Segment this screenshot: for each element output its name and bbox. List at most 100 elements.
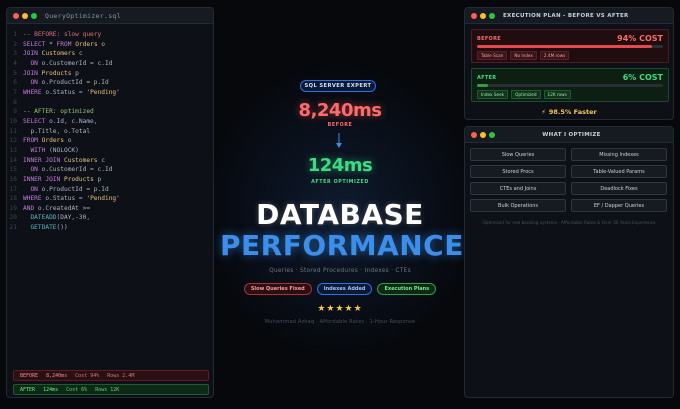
plan-after-bar <box>477 84 663 87</box>
code-line: 14 INNER JOIN Customers c <box>7 156 213 166</box>
plan-titlebar: EXECUTION PLAN - BEFORE VS AFTER <box>465 8 673 24</box>
line-number: 16 <box>9 175 17 183</box>
code-token: -- BEFORE: slow query <box>23 31 102 38</box>
code-line: 4 ON o.CustomerId = c.Id <box>7 59 213 69</box>
optimize-note: Optimized for real banking systems · Aff… <box>482 220 656 225</box>
optimize-window: WHAT I OPTIMIZE Slow Queries Missing Ind… <box>464 126 674 398</box>
minimize-dot-icon[interactable] <box>22 12 28 19</box>
line-number: 13 <box>9 146 17 154</box>
line-number: 7 <box>13 88 17 96</box>
code-token: ON <box>30 185 38 193</box>
plan-before-tag: No Index <box>510 51 537 60</box>
optimize-title: WHAT I OPTIMIZE <box>542 131 601 138</box>
line-number: 10 <box>9 117 17 125</box>
line-number: 18 <box>9 195 17 203</box>
minimize-dot-icon[interactable] <box>480 12 486 19</box>
code-token: -- AFTER: optimized <box>23 108 94 116</box>
plan-after-tag: Index Seek <box>477 90 509 99</box>
code-token: Orders <box>75 40 98 48</box>
code-token: p <box>93 175 102 183</box>
code-token: Products <box>64 175 94 183</box>
optimize-item[interactable]: Slow Queries <box>470 148 566 161</box>
editor-filename: QueryOptimizer.sql <box>45 11 121 20</box>
code-token: o.Status = <box>41 88 87 96</box>
line-number: 4 <box>13 59 17 67</box>
code-token: WITH <box>30 146 46 154</box>
line-number: 9 <box>13 108 17 116</box>
optimize-item[interactable]: Stored Procs <box>470 165 566 178</box>
plan-before-pct: 94% COST <box>617 34 663 43</box>
code-token: (NOLOCK) <box>45 146 79 154</box>
code-line: 15 ON o.CustomerId = c.Id <box>7 165 213 175</box>
close-dot-icon[interactable] <box>13 12 19 19</box>
before-time: 8,240ms <box>298 100 382 121</box>
code-line: 12 FROM Orders o <box>7 136 213 146</box>
code-line: 10 SELECT o.Id, c.Name, <box>7 117 213 127</box>
line-number: 3 <box>13 50 17 58</box>
metric-before-cost: Cost 94% <box>75 372 100 379</box>
code-token: FROM <box>23 137 38 145</box>
code-token: ON <box>30 59 38 67</box>
line-number: 17 <box>9 185 17 193</box>
maximize-dot-icon[interactable] <box>489 12 495 19</box>
optimize-item[interactable]: EF / Dapper Queries <box>571 199 667 212</box>
arrow-down-icon <box>336 133 342 148</box>
pill-execution-plans: Execution Plans <box>377 283 437 295</box>
code-line: 16 INNER JOIN Products p <box>7 175 213 185</box>
metric-after-time: 124ms <box>43 386 59 393</box>
line-number: 6 <box>13 79 17 87</box>
speedup-value: 98.5% Faster <box>548 108 597 116</box>
line-number: 12 <box>9 137 17 145</box>
before-label: BEFORE <box>327 123 353 128</box>
code-line: 3 JOIN Customers c <box>7 49 213 59</box>
line-number: 21 <box>9 224 17 232</box>
line-number: 1 <box>13 31 17 38</box>
plan-after-box: AFTER 6% COST Index Seek Optimized 12K r… <box>471 68 669 102</box>
optimize-item[interactable]: Missing Indexes <box>571 148 667 161</box>
pill-slow-queries: Slow Queries Fixed <box>243 283 312 295</box>
close-dot-icon[interactable] <box>471 131 477 138</box>
line-number: 20 <box>9 214 17 222</box>
feature-pills: Slow Queries Fixed Indexes Added Executi… <box>220 283 460 295</box>
plan-after-bar-fill <box>477 84 489 87</box>
code-token: INNER JOIN <box>23 175 61 183</box>
editor-titlebar: QueryOptimizer.sql <box>7 8 213 24</box>
line-number: 11 <box>9 127 17 135</box>
plan-after-label: AFTER <box>477 74 497 81</box>
code-line: 18 WHERE o.Status = 'Pending' <box>7 194 213 204</box>
plan-before-bar <box>477 45 663 48</box>
plan-before-label: BEFORE <box>477 35 501 42</box>
code-line: 11 p.Title, o.Total <box>7 127 213 137</box>
code-token: o.CreatedAt >= <box>34 204 91 212</box>
maximize-dot-icon[interactable] <box>31 12 37 19</box>
plan-after-tag: 12K rows <box>543 90 571 99</box>
optimize-item[interactable]: Table-Valued Params <box>571 165 667 178</box>
metric-after-cost: Cost 6% <box>66 386 88 393</box>
code-token: DATEADD <box>30 214 57 222</box>
metric-after-label: AFTER <box>20 386 36 393</box>
code-token: GETDATE <box>30 224 57 232</box>
optimize-item[interactable]: Deadlock Fixes <box>571 182 667 195</box>
optimize-item[interactable]: CTEs and Joins <box>470 182 566 195</box>
code-token: o.ProductId = p.Id <box>37 185 109 193</box>
code-line: 17 ON o.ProductId = p.Id <box>7 185 213 195</box>
plan-title: EXECUTION PLAN - BEFORE VS AFTER <box>503 12 629 19</box>
minimize-dot-icon[interactable] <box>480 131 486 138</box>
metric-bar-before: BEFORE 8,240ms Cost 94% Rows 2.4M <box>13 370 209 381</box>
expert-badge: SQL SERVER EXPERT <box>300 80 376 92</box>
code-token: o.CustomerId = c.Id <box>37 59 113 67</box>
code-line: 20 DATEADD (DAY,-30, <box>7 213 213 223</box>
code-token: * <box>45 40 57 48</box>
star-rating-icon: ★★★★★ <box>317 304 363 314</box>
optimize-item[interactable]: Bulk Operations <box>470 199 566 212</box>
maximize-dot-icon[interactable] <box>489 131 495 138</box>
line-number: 19 <box>9 204 17 212</box>
close-dot-icon[interactable] <box>471 12 477 19</box>
code-token: WHERE <box>23 88 42 96</box>
code-token: SELECT <box>23 40 46 48</box>
code-editor-window: QueryOptimizer.sql 1 -- BEFORE: slow quer… <box>6 7 214 398</box>
code-area[interactable]: 1 -- BEFORE: slow query 2 SELECT * FROM Ord… <box>7 24 213 233</box>
